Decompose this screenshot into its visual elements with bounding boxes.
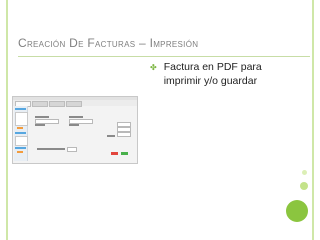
bullet-text: Factura en PDF para imprimir y/o guardar: [163, 61, 262, 87]
sidebar-header-bar: [15, 147, 26, 149]
form-field: [67, 147, 77, 152]
screenshot-sidebar: [14, 106, 28, 161]
save-button: [121, 152, 128, 155]
form-label: [107, 135, 115, 137]
form-label: [69, 116, 83, 118]
sidebar-button: [17, 127, 23, 129]
bullet-point: ✤ Factura en PDF para imprimir y/o guard…: [150, 60, 300, 88]
decorative-circle-large: [286, 200, 308, 222]
right-decorative-rule: [312, 0, 314, 240]
invoice-screenshot: [12, 96, 138, 164]
form-field: [117, 122, 131, 127]
decorative-circle-small: [302, 170, 307, 175]
screenshot-tab: [66, 101, 82, 107]
screenshot-tabs: [13, 100, 137, 107]
sidebar-header-bar: [15, 108, 26, 110]
sidebar-header-bar: [15, 132, 26, 134]
form-label: [37, 148, 65, 150]
form-field: [69, 119, 93, 124]
sidebar-panel: [15, 112, 28, 126]
form-label: [35, 124, 45, 126]
curly-bullet-icon: ✤: [150, 63, 157, 72]
left-decorative-rule: [6, 0, 8, 240]
form-field: [35, 119, 59, 124]
sidebar-panel: [15, 136, 28, 146]
form-field: [117, 127, 131, 132]
screenshot-tab: [32, 101, 48, 107]
title-underline: [18, 56, 310, 57]
form-field: [117, 132, 131, 137]
decorative-circle-medium: [300, 182, 308, 190]
screenshot-form: [29, 108, 135, 160]
slide-title: Creación de facturas – Impresión: [18, 36, 199, 50]
form-label: [35, 116, 49, 118]
sidebar-button: [17, 151, 23, 153]
screenshot-tab: [49, 101, 65, 107]
cancel-button: [111, 152, 118, 155]
form-label: [69, 124, 79, 126]
